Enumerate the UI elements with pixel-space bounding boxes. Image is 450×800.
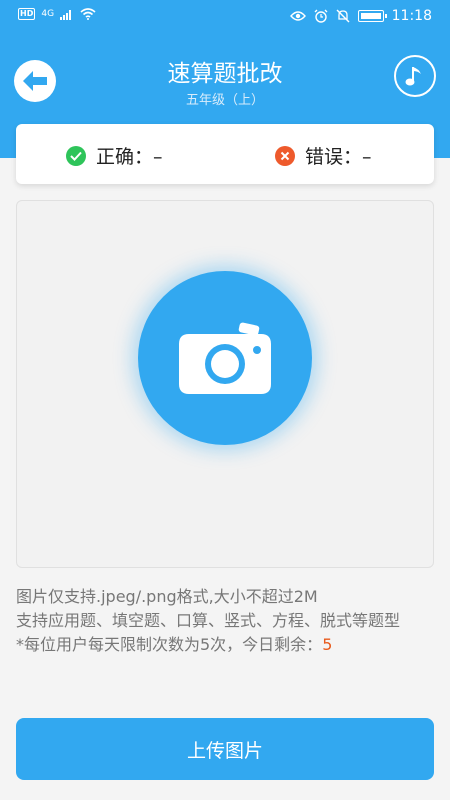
wrong-value: – — [362, 146, 372, 168]
correct-label: 正确： — [96, 146, 154, 168]
signal-icon — [60, 10, 72, 20]
alarm-icon — [314, 9, 328, 23]
upload-notes: 图片仅支持.jpeg/.png格式,大小不超过2M 支持应用题、填空题、口算、竖… — [16, 585, 434, 657]
mute-bell-icon — [336, 9, 350, 23]
clock-time: 11:18 — [391, 8, 432, 24]
format-note: 图片仅支持.jpeg/.png格式,大小不超过2M — [16, 587, 318, 606]
camera-button[interactable] — [138, 271, 312, 445]
page-title: 速算题批改 — [167, 61, 283, 87]
status-bar: HD 4G 11:18 — [0, 0, 450, 34]
music-button[interactable] — [394, 55, 436, 97]
remaining-count: 5 — [322, 635, 333, 654]
music-note-icon — [405, 67, 421, 86]
cross-circle-icon — [275, 145, 295, 166]
hd-badge: HD — [18, 8, 36, 20]
wrong-label: 错误： — [305, 146, 363, 168]
grade-subtitle: 五年级（上） — [185, 93, 264, 108]
limit-note: *每位用户每天限制次数为5次，今日剩余：5 — [16, 633, 434, 657]
limit-text: *每位用户每天限制次数为5次，今日剩余： — [16, 635, 323, 654]
score-card: 正确：– 错误：– — [16, 124, 434, 184]
wrong-count: 错误：– — [275, 142, 372, 169]
check-circle-icon — [66, 145, 86, 166]
photo-area[interactable] — [16, 200, 434, 568]
type-note: 支持应用题、填空题、口算、竖式、方程、脱式等题型 — [16, 611, 401, 630]
eye-icon — [289, 11, 306, 21]
wifi-icon — [80, 8, 96, 20]
battery-icon — [357, 10, 387, 22]
network-label: 4G — [41, 9, 55, 19]
upload-image-button[interactable]: 上传图片 — [16, 718, 434, 780]
correct-value: – — [153, 146, 163, 168]
correct-count: 正确：– — [66, 142, 163, 169]
camera-icon — [179, 322, 271, 394]
